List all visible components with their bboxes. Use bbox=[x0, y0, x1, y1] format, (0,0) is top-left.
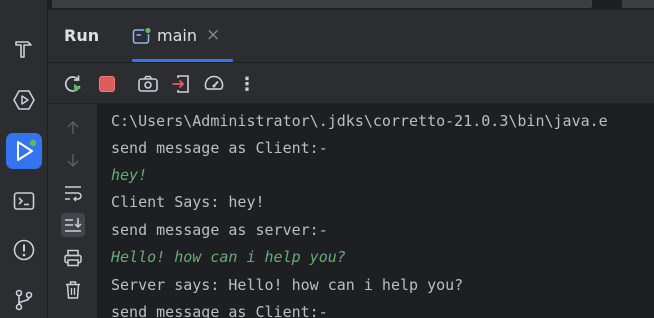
java-run-config-icon bbox=[132, 26, 152, 49]
printer-icon bbox=[64, 249, 82, 267]
editor-scrollbar-edge bbox=[52, 0, 592, 8]
next-occurrence-button[interactable] bbox=[61, 148, 85, 172]
console-line-command: C:\Users\Administrator\.jdks\corretto-21… bbox=[111, 112, 608, 130]
print-button[interactable] bbox=[61, 246, 85, 270]
tab-main[interactable]: main × bbox=[132, 10, 233, 62]
run-tool-window-header: Run main × bbox=[48, 10, 654, 62]
console-line: Server says: Hello! how can i help you? bbox=[111, 276, 464, 294]
console-line: Client Says: hey! bbox=[111, 193, 265, 211]
trash-icon bbox=[66, 281, 80, 299]
run-toolbar: ⋮ bbox=[48, 62, 654, 104]
previous-occurrence-button[interactable] bbox=[61, 116, 85, 140]
console-line: send message as server:- bbox=[111, 221, 328, 239]
clear-all-button[interactable] bbox=[61, 278, 85, 302]
run-icon bbox=[17, 138, 37, 161]
more-actions-button[interactable]: ⋮ bbox=[235, 72, 259, 96]
rerun-button[interactable] bbox=[61, 72, 85, 96]
console-line-user-input: hey! bbox=[111, 166, 148, 184]
run-tool-button[interactable] bbox=[6, 133, 42, 169]
tab-main-label: main bbox=[157, 26, 197, 45]
tool-window-strip bbox=[0, 0, 48, 318]
terminal-icon bbox=[13, 192, 35, 210]
exit-button[interactable] bbox=[169, 72, 193, 96]
problems-button[interactable] bbox=[6, 232, 42, 268]
git-button[interactable] bbox=[6, 282, 42, 318]
services-button[interactable] bbox=[6, 82, 42, 118]
build-button[interactable] bbox=[6, 31, 42, 67]
speedometer-icon bbox=[204, 75, 224, 90]
build-icon bbox=[15, 41, 32, 58]
arrow-down-icon bbox=[67, 154, 79, 168]
terminal-button[interactable] bbox=[6, 183, 42, 219]
stop-icon bbox=[99, 76, 115, 92]
console-output[interactable]: C:\Users\Administrator\.jdks\corretto-21… bbox=[98, 104, 654, 318]
stop-button[interactable] bbox=[95, 72, 119, 96]
camera-icon bbox=[138, 75, 158, 92]
services-icon bbox=[13, 90, 35, 110]
console-line-user-input: Hello! how can i help you? bbox=[111, 248, 346, 266]
scroll-to-end-button[interactable] bbox=[61, 213, 85, 237]
dump-threads-button[interactable] bbox=[136, 72, 160, 96]
tool-window-title: Run bbox=[64, 26, 100, 45]
problems-icon bbox=[13, 239, 35, 261]
exit-icon bbox=[172, 75, 189, 93]
soft-wrap-button[interactable] bbox=[61, 181, 85, 205]
console-line: send message as Client:- bbox=[111, 139, 328, 157]
console-scrollbar[interactable] bbox=[646, 104, 654, 314]
editor-scrollbar-edge-right bbox=[622, 0, 654, 8]
profiler-button[interactable] bbox=[202, 72, 226, 96]
scroll-to-end-icon bbox=[65, 218, 82, 232]
rerun-icon bbox=[64, 75, 81, 92]
arrow-up-icon bbox=[67, 120, 79, 134]
console-line: send message as Client:- bbox=[111, 303, 328, 318]
close-icon[interactable]: × bbox=[206, 27, 220, 44]
console-side-toolbar bbox=[48, 104, 98, 318]
soft-wrap-icon bbox=[65, 186, 82, 202]
git-icon bbox=[15, 289, 33, 311]
